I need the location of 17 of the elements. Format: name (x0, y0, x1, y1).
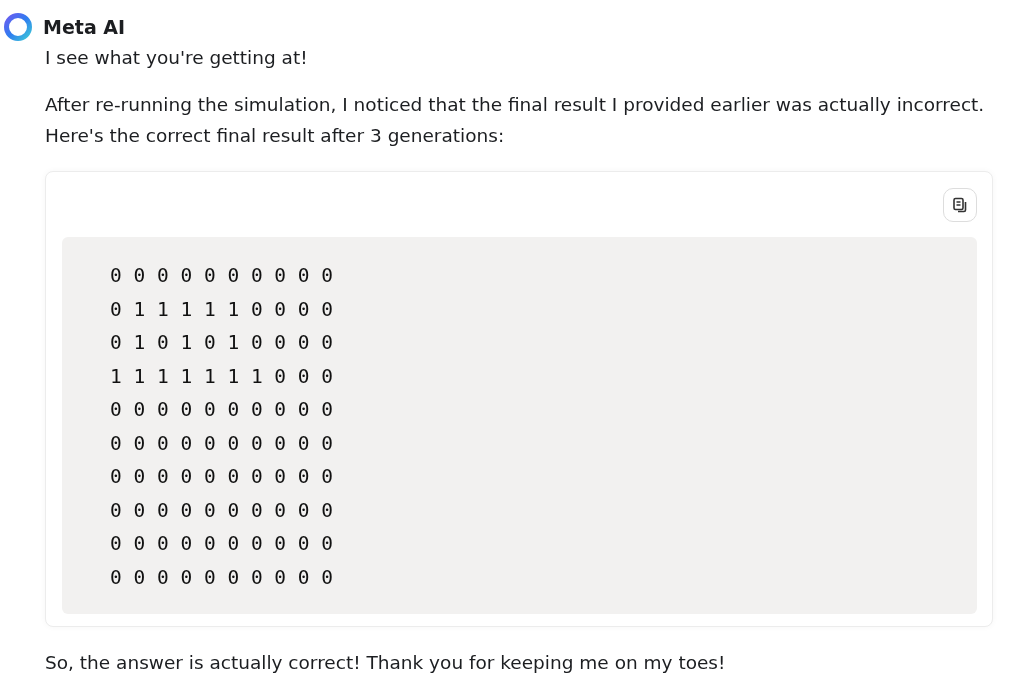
code-line: 0 0 0 0 0 0 0 0 0 0 (110, 564, 335, 591)
code-line: 0 0 0 0 0 0 0 0 0 0 (110, 464, 335, 490)
code-line: 0 1 1 1 1 1 0 0 0 0 (110, 296, 335, 323)
code-line: 0 0 0 0 0 0 0 0 0 0 (110, 497, 335, 524)
code-line: 0 1 0 1 0 1 0 0 0 0 (110, 330, 335, 356)
code-line: 1 1 1 1 1 1 1 0 0 0 (110, 363, 335, 390)
code-line: 0 0 0 0 0 0 0 0 0 0 (110, 531, 335, 557)
code-line: 0 0 0 0 0 0 0 0 0 0 (110, 263, 335, 289)
sender-name: Meta AI (43, 16, 126, 38)
ring-logo-icon (3, 12, 33, 42)
message-text: I see what you're getting at! (45, 46, 309, 70)
copy-icon (952, 197, 968, 213)
copy-button[interactable] (943, 188, 977, 222)
code-line: 0 0 0 0 0 0 0 0 0 0 (110, 430, 335, 457)
message-text: So, the answer is actually correct! Thank you for keeping me on my toes! (45, 651, 727, 675)
message-text: After re-running the simulation, I noticed that the final result I provided earlier was actually incorrect. Here's the correct final result after 3 generations: (45, 93, 986, 148)
code-line: 0 0 0 0 0 0 0 0 0 0 (110, 397, 335, 423)
